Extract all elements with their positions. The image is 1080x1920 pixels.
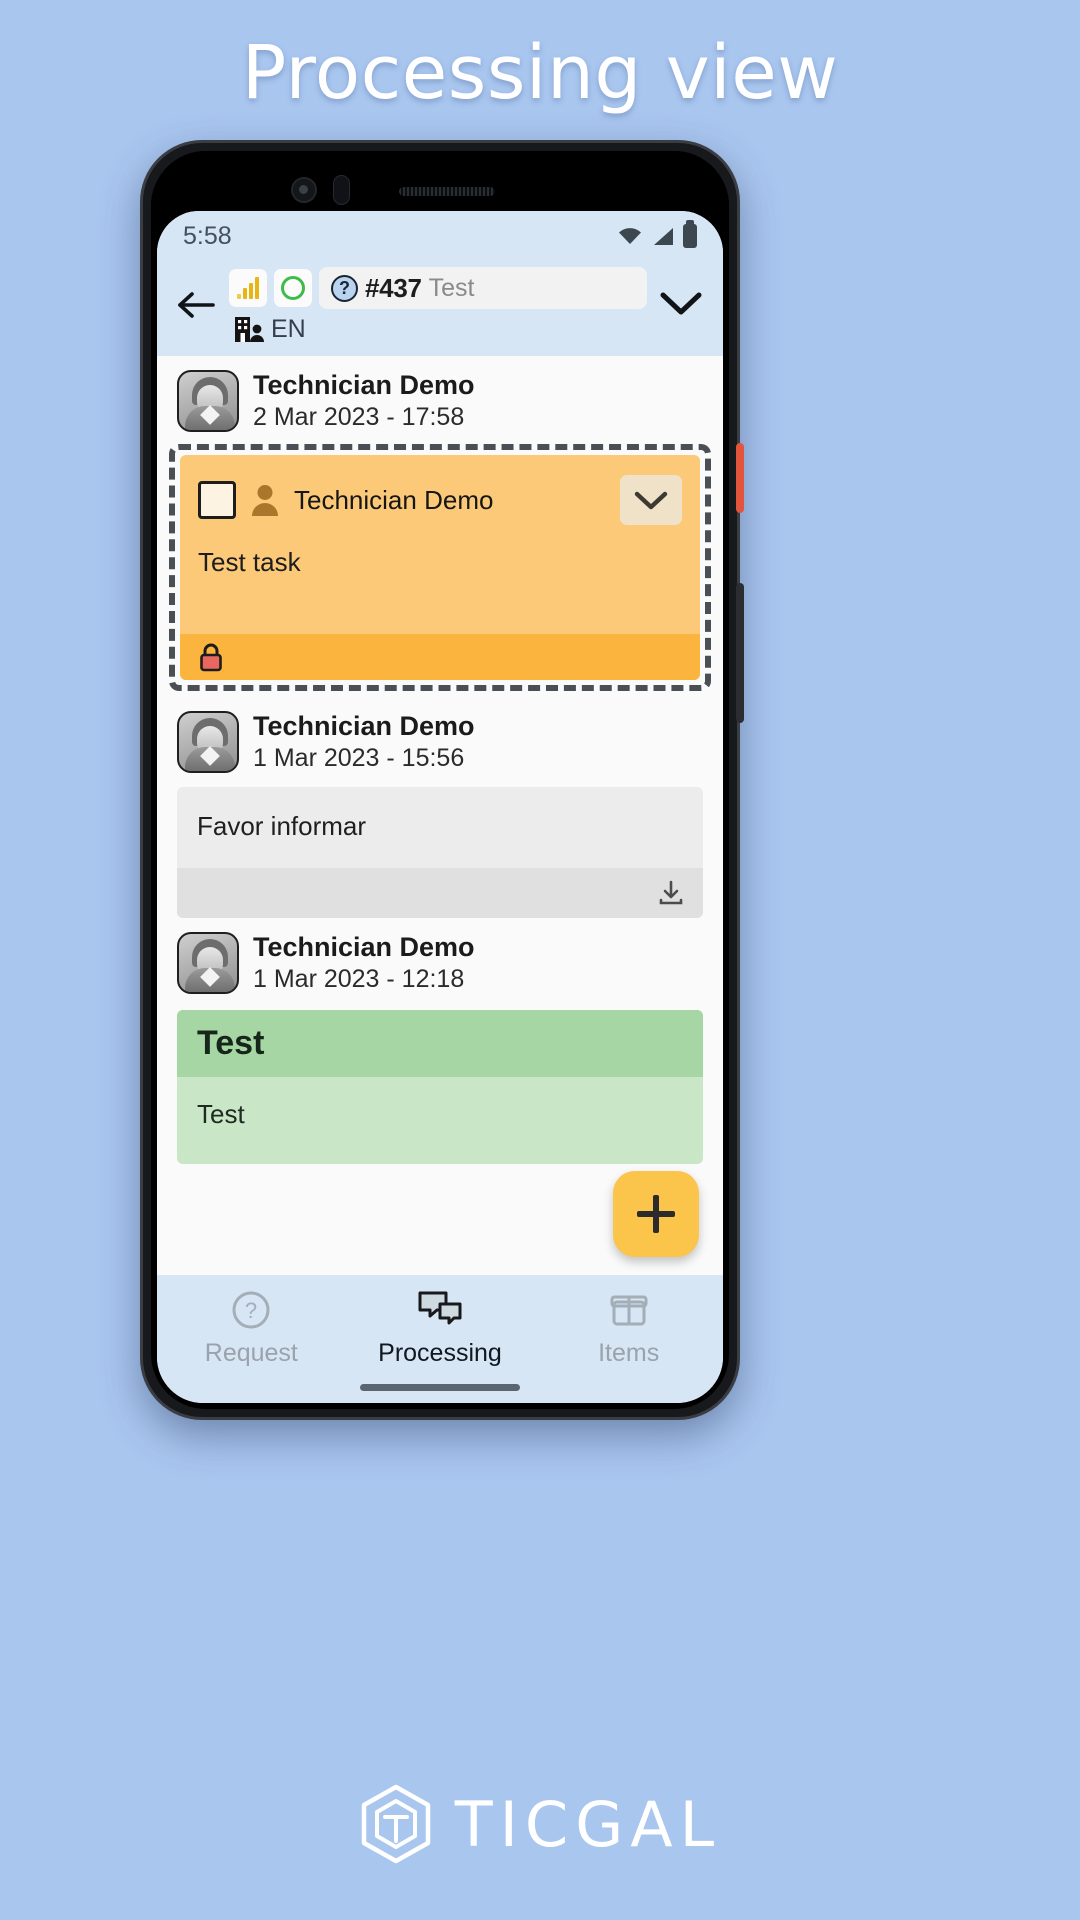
task-card-footer xyxy=(180,634,700,680)
svg-text:?: ? xyxy=(245,1298,257,1323)
phone-device-frame: 5:58 ? #437 Test EN Technician Demo 2 Ma… xyxy=(140,140,744,1420)
solution-text: Test xyxy=(197,1099,245,1129)
phone-screen: 5:58 ? #437 Test EN Technician Demo 2 Ma… xyxy=(157,211,723,1403)
feed-entry-meta: Technician Demo 2 Mar 2023 - 17:58 xyxy=(253,370,475,432)
nav-item-request[interactable]: ? Request xyxy=(176,1289,326,1368)
app-bar-center: ? #437 Test EN xyxy=(229,265,647,344)
building-person-icon xyxy=(235,317,264,342)
feed-entry-author: Technician Demo xyxy=(253,711,475,741)
task-expand-button[interactable] xyxy=(620,475,682,525)
page-title: Processing view xyxy=(241,30,839,116)
earpiece-speaker xyxy=(399,187,495,196)
ticket-id: #437 xyxy=(365,272,422,303)
nav-label-request: Request xyxy=(204,1339,298,1367)
ticket-name: Test xyxy=(428,273,475,302)
feed-entry-meta: Technician Demo 1 Mar 2023 - 15:56 xyxy=(253,711,475,773)
battery-icon xyxy=(683,220,697,248)
front-camera-icon xyxy=(291,177,317,203)
question-circle-icon: ? xyxy=(232,1291,270,1329)
chevron-down-icon xyxy=(634,491,668,510)
task-card-selection-outline: Technician Demo Test task xyxy=(169,444,711,691)
avatar xyxy=(177,932,239,994)
task-card-header: Technician Demo xyxy=(180,455,700,533)
cellular-signal-icon xyxy=(654,228,673,245)
status-time: 5:58 xyxy=(183,221,232,250)
feed-entry-meta: Technician Demo 1 Mar 2023 - 12:18 xyxy=(253,932,475,994)
signal-bars-icon xyxy=(237,277,259,299)
app-bar: ? #437 Test EN xyxy=(157,261,723,356)
ticgal-logo-icon xyxy=(361,1784,431,1864)
download-icon[interactable] xyxy=(657,879,685,907)
task-card[interactable]: Technician Demo Test task xyxy=(180,455,700,680)
language-label: EN xyxy=(271,314,306,343)
lock-icon xyxy=(200,643,222,672)
circle-outline-icon xyxy=(281,276,305,300)
question-mark-icon: ? xyxy=(331,274,358,302)
feed-entry-header: Technician Demo 1 Mar 2023 - 12:18 xyxy=(157,918,723,1002)
feed-entry-timestamp: 1 Mar 2023 - 15:56 xyxy=(253,744,465,772)
task-checkbox[interactable] xyxy=(198,481,236,519)
feed-entry-timestamp: 2 Mar 2023 - 17:58 xyxy=(253,403,465,431)
nav-item-items[interactable]: Items xyxy=(554,1289,704,1368)
back-button[interactable] xyxy=(171,279,223,331)
chat-bubbles-icon xyxy=(418,1291,462,1325)
home-indicator[interactable] xyxy=(360,1384,520,1391)
box-icon xyxy=(610,1295,648,1326)
volume-button[interactable] xyxy=(736,583,744,723)
ticket-title-row: ? #437 Test xyxy=(229,267,647,309)
brand-footer: TICGAL xyxy=(0,1784,1080,1864)
status-bar: 5:58 xyxy=(157,211,723,261)
note-attachment-bar xyxy=(177,868,703,918)
feed-entry-header: Technician Demo 2 Mar 2023 - 17:58 xyxy=(157,356,723,440)
add-button[interactable] xyxy=(613,1171,699,1257)
feed-entry-author: Technician Demo xyxy=(253,932,475,962)
ticket-search-field[interactable]: ? #437 Test xyxy=(319,267,647,309)
organization-row: EN xyxy=(229,314,647,344)
app-bar-expand-button[interactable] xyxy=(653,275,709,331)
avatar xyxy=(177,711,239,773)
solution-card[interactable]: Test Test xyxy=(177,1010,703,1164)
phone-bezel: 5:58 ? #437 Test EN Technician Demo 2 Ma… xyxy=(151,151,729,1409)
status-icons xyxy=(617,220,697,248)
signal-bars-chip[interactable] xyxy=(229,269,267,307)
plus-icon xyxy=(637,1195,675,1233)
wifi-icon xyxy=(619,228,641,244)
task-description: Test task xyxy=(198,547,301,577)
feed-scroll-area[interactable]: Technician Demo 2 Mar 2023 - 17:58 Techn… xyxy=(157,356,723,1275)
avatar xyxy=(177,370,239,432)
feed-entry-author: Technician Demo xyxy=(253,370,475,400)
proximity-sensor-icon xyxy=(333,175,350,205)
chevron-down-icon xyxy=(660,292,702,315)
brand-name: TICGAL xyxy=(454,1787,722,1861)
person-icon xyxy=(252,485,278,516)
nav-label-items: Items xyxy=(598,1339,660,1367)
solution-title: Test xyxy=(177,1010,703,1077)
feed-entry-timestamp: 1 Mar 2023 - 12:18 xyxy=(253,965,465,993)
note-card[interactable]: Favor informar xyxy=(177,787,703,918)
nav-label-processing: Processing xyxy=(378,1339,502,1367)
feed-entry-header: Technician Demo 1 Mar 2023 - 15:56 xyxy=(157,697,723,781)
power-button[interactable] xyxy=(736,443,744,513)
task-assignee: Technician Demo xyxy=(294,484,494,515)
nav-item-processing[interactable]: Processing xyxy=(365,1289,515,1368)
status-circle-chip[interactable] xyxy=(274,269,312,307)
arrow-left-icon xyxy=(178,292,215,318)
note-text: Favor informar xyxy=(197,811,367,841)
